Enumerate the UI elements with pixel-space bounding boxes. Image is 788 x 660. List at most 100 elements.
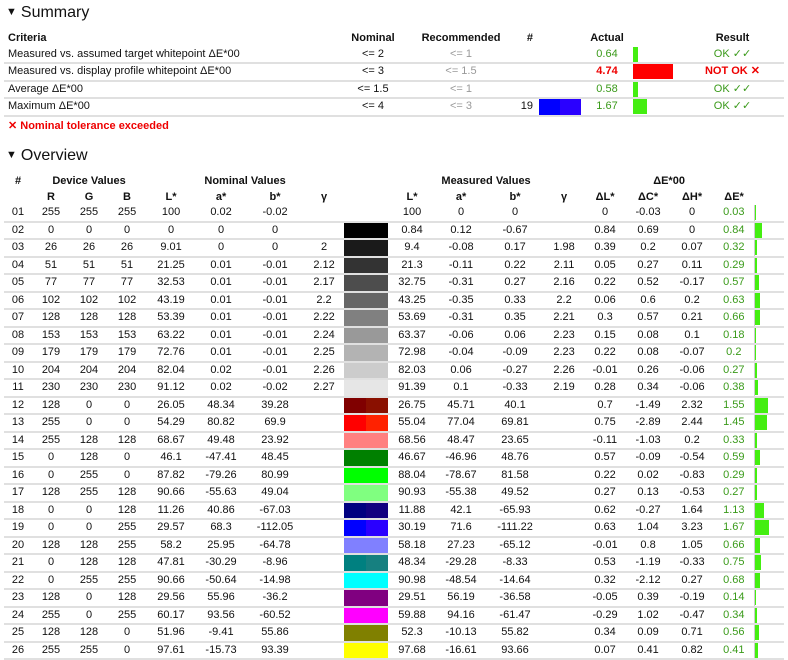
nominal-color	[344, 258, 366, 274]
device-r: 255	[32, 642, 70, 660]
group-nominal-values: Nominal Values	[146, 174, 344, 190]
measured-a: -16.61	[436, 642, 486, 660]
delta-h: -0.06	[670, 379, 714, 397]
delta-e: 0.66	[714, 537, 754, 555]
nominal-gamma: 2.25	[304, 344, 344, 362]
measured-l: 43.25	[388, 292, 436, 310]
color-swatch	[344, 379, 388, 397]
measured-a: 0.1	[436, 379, 486, 397]
subheader-nominal: b*	[246, 190, 304, 206]
nominal-gamma: 2	[304, 239, 344, 257]
device-r: 0	[32, 502, 70, 520]
delta-e: 0.66	[714, 309, 754, 327]
delta-e: 0.41	[714, 642, 754, 660]
nominal-l: 29.57	[146, 519, 196, 537]
summary-heading[interactable]: ▼Summary	[6, 4, 89, 22]
table-row: 0917917917972.760.01-0.012.2572.98-0.04-…	[4, 344, 784, 362]
device-b: 255	[108, 537, 146, 555]
device-b: 255	[108, 519, 146, 537]
nominal-gamma	[304, 205, 344, 222]
patch-id: 24	[4, 607, 32, 625]
device-g: 179	[70, 344, 108, 362]
device-g: 255	[70, 642, 108, 660]
measured-color	[366, 380, 388, 396]
device-r: 0	[32, 222, 70, 240]
delta-c: 0.52	[626, 274, 670, 292]
table-row: 160255087.82-79.2680.9988.04-78.6781.580…	[4, 467, 784, 485]
patch-id: 07	[4, 309, 32, 327]
delta-l: 0.39	[584, 239, 626, 257]
delta-h: 2.44	[670, 414, 714, 432]
device-r: 128	[32, 537, 70, 555]
subheader-nominal: a*	[196, 190, 246, 206]
delta-l: 0.3	[584, 309, 626, 327]
nominal-color	[344, 520, 366, 536]
device-b: 26	[108, 239, 146, 257]
measured-l: 26.75	[388, 397, 436, 415]
measured-color	[366, 293, 388, 309]
measured-b: 69.81	[486, 414, 544, 432]
nominal: <= 1.5	[330, 81, 416, 99]
color-swatch	[344, 624, 388, 642]
table-row: 25128128051.96-9.4155.8652.3-10.1355.820…	[4, 624, 784, 642]
nominal-b: 55.86	[246, 624, 304, 642]
actual-bar	[633, 99, 647, 114]
nominal-l: 9.01	[146, 239, 196, 257]
nominal-l: 100	[146, 205, 196, 222]
nominal-a: 0.01	[196, 344, 246, 362]
patch-id: 01	[4, 205, 32, 222]
patch-id: 12	[4, 397, 32, 415]
measured-a: 0	[436, 205, 486, 222]
delta-h: -0.53	[670, 484, 714, 502]
delta-e: 0.29	[714, 257, 754, 275]
measured-a: -55.38	[436, 484, 486, 502]
measured-color	[366, 433, 388, 449]
nominal-a: 49.48	[196, 432, 246, 450]
delta-e-bar	[755, 345, 757, 360]
device-b: 0	[108, 467, 146, 485]
patch-id: 02	[4, 222, 32, 240]
delta-h: 0.11	[670, 257, 714, 275]
delta-e: 1.67	[714, 519, 754, 537]
delta-h: 0.21	[670, 309, 714, 327]
measured-a: -0.04	[436, 344, 486, 362]
subheader-device: G	[70, 190, 108, 206]
nominal-color	[344, 433, 366, 449]
color-swatch	[344, 502, 388, 520]
subheader-delta: ΔH*	[670, 190, 714, 206]
delta-c: 0.27	[626, 257, 670, 275]
nominal-b: 69.9	[246, 414, 304, 432]
delta-e-bar-cell	[754, 537, 784, 555]
nominal-l: 46.1	[146, 449, 196, 467]
measured-b: -0.09	[486, 344, 544, 362]
table-row: 23128012829.5655.96-36.229.5156.19-36.58…	[4, 589, 784, 607]
delta-e-bar	[755, 258, 757, 273]
device-r: 128	[32, 484, 70, 502]
nominal-l: 58.2	[146, 537, 196, 555]
delta-e-bar	[755, 468, 757, 483]
patch-number	[506, 63, 539, 81]
nominal-gamma	[304, 432, 344, 450]
delta-c: 0.8	[626, 537, 670, 555]
nominal-l: 26.05	[146, 397, 196, 415]
measured-a: -0.08	[436, 239, 486, 257]
nominal-l: 47.81	[146, 554, 196, 572]
table-row: 012552552551000.02-0.02100000-0.0300.03	[4, 205, 784, 222]
nominal-l: 54.29	[146, 414, 196, 432]
device-g: 153	[70, 327, 108, 345]
measured-b: -111.22	[486, 519, 544, 537]
patch-id: 06	[4, 292, 32, 310]
delta-e-bar-cell	[754, 274, 784, 292]
measured-color	[366, 363, 388, 379]
color-swatch	[344, 292, 388, 310]
nominal-a: 93.56	[196, 607, 246, 625]
measured-color	[366, 450, 388, 466]
measured-b: -14.64	[486, 572, 544, 590]
measured-a: 77.04	[436, 414, 486, 432]
overview-heading[interactable]: ▼Overview	[6, 147, 88, 165]
measured-a: -10.13	[436, 624, 486, 642]
measured-l: 29.51	[388, 589, 436, 607]
measured-l: 90.93	[388, 484, 436, 502]
measured-a: -78.67	[436, 467, 486, 485]
measured-gamma	[544, 414, 584, 432]
